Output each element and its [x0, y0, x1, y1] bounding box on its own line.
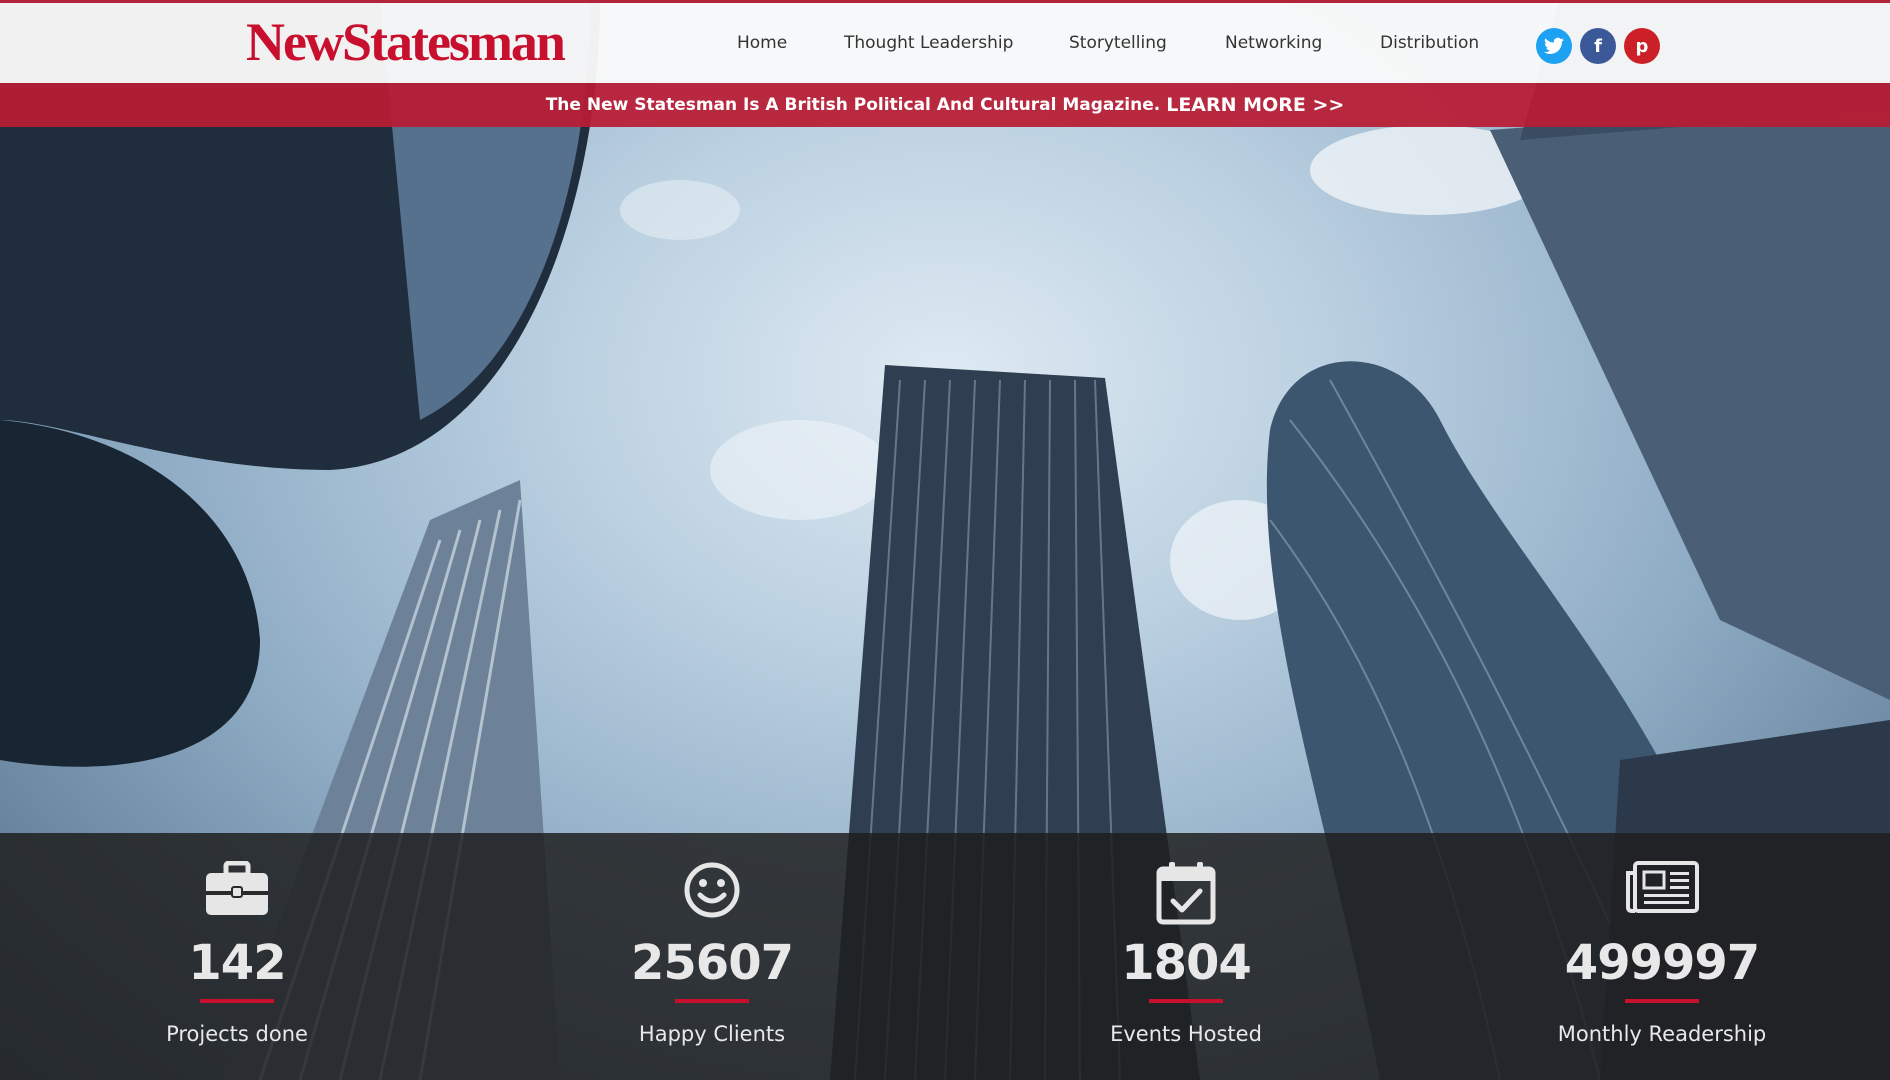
stat-divider — [1625, 999, 1699, 1003]
nav-item-distribution[interactable]: Distribution — [1380, 33, 1479, 53]
stat-projects-done: 142 Projects done — [87, 833, 387, 1080]
pinterest-icon[interactable]: p — [1624, 28, 1660, 64]
stat-label: Events Hosted — [1110, 1022, 1262, 1046]
briefcase-icon — [204, 860, 270, 922]
stat-label: Happy Clients — [638, 1022, 786, 1046]
nav-item-networking[interactable]: Networking — [1225, 33, 1322, 53]
stat-label: Monthly Readership — [1557, 1022, 1767, 1046]
facebook-glyph: f — [1594, 35, 1602, 57]
banner-text: The New Statesman Is A British Political… — [545, 95, 1161, 115]
learn-more-link[interactable]: LEARN MORE >> — [1166, 94, 1344, 116]
twitter-bird-icon — [1544, 37, 1564, 54]
stat-events-hosted: 1804 Events Hosted — [1036, 833, 1336, 1080]
stat-value: 1804 — [1121, 935, 1252, 991]
nav-item-home[interactable]: Home — [737, 33, 787, 53]
newspaper-icon — [1625, 861, 1699, 918]
site-header: NewStatesman Home Thought Leadership Sto… — [0, 0, 1890, 83]
stat-value: 499997 — [1564, 935, 1760, 991]
nav-item-storytelling[interactable]: Storytelling — [1069, 33, 1167, 53]
stat-value: 142 — [188, 935, 286, 991]
stat-divider — [675, 999, 749, 1003]
facebook-icon[interactable]: f — [1580, 28, 1616, 64]
stats-band: 142 Projects done 25607 Happy Clients 18… — [0, 833, 1890, 1080]
stat-monthly-readership: 499997 Monthly Readership — [1512, 833, 1812, 1080]
newstatesman-logo[interactable]: NewStatesman — [246, 11, 566, 73]
announcement-banner: The New Statesman Is A British Political… — [0, 83, 1890, 127]
stat-value: 25607 — [631, 935, 794, 991]
stat-divider — [200, 999, 274, 1003]
stat-divider — [1149, 999, 1223, 1003]
calendar-check-icon — [1156, 861, 1216, 930]
stat-label: Projects done — [166, 1022, 308, 1046]
stat-happy-clients: 25607 Happy Clients — [562, 833, 862, 1080]
twitter-icon[interactable] — [1536, 28, 1572, 64]
smiley-icon — [683, 861, 741, 924]
pinterest-glyph: p — [1635, 35, 1649, 57]
nav-item-thought-leadership[interactable]: Thought Leadership — [844, 33, 1013, 53]
